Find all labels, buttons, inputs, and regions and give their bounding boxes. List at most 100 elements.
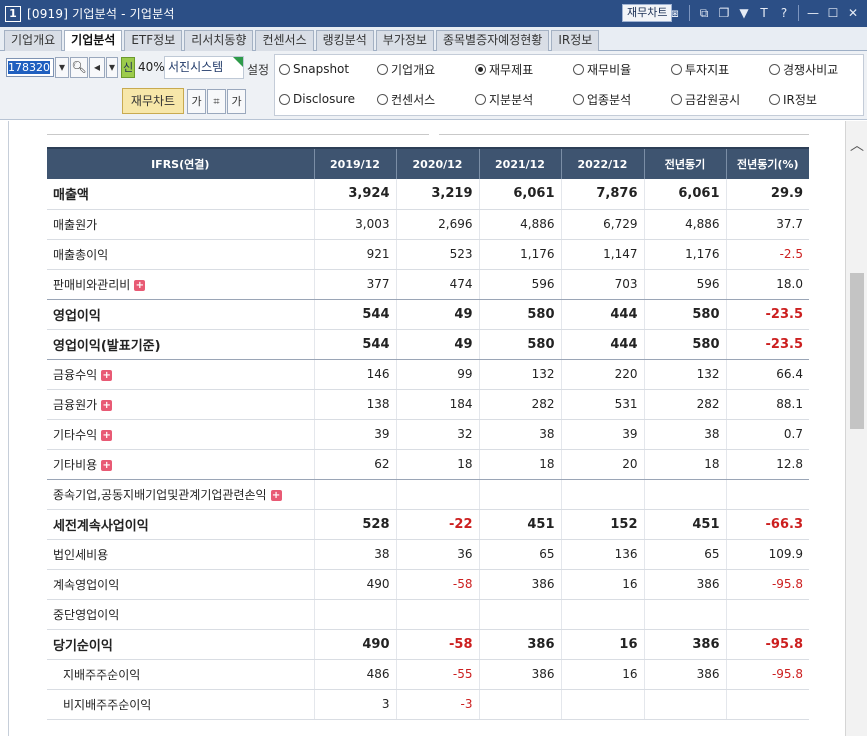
radio-option[interactable]: 재무비율: [573, 61, 631, 77]
close-icon[interactable]: ✕: [845, 4, 861, 22]
radio-option[interactable]: Snapshot: [279, 61, 349, 77]
fit-screen-button[interactable]: ⌗: [207, 89, 226, 114]
tab-3[interactable]: 리서치동향: [184, 30, 254, 51]
code-dropdown-button[interactable]: ▾: [55, 57, 69, 78]
setting-button[interactable]: 설정: [247, 61, 269, 78]
table-row: 판매비와관리비 +377 474 596 703 596 18.0: [47, 269, 809, 300]
radio-dot-icon[interactable]: [377, 93, 388, 105]
expand-plus-icon[interactable]: +: [101, 429, 113, 441]
title-icons: ⧆ ⧉ ❐ ▼ T? — ☐ ✕: [667, 4, 861, 22]
main-tabs: 기업개요 기업분석 ETF정보 리서치동향 컨센서스 랭킹분석 부가정보 종목별증자예정현황 I…: [0, 27, 867, 52]
expand-plus-icon[interactable]: +: [134, 279, 146, 291]
font-increase-button[interactable]: 가: [187, 89, 206, 114]
radio-dot-icon[interactable]: [279, 93, 290, 105]
row-label[interactable]: 금융수익 +: [47, 359, 314, 390]
title-chart-button[interactable]: 재무차트: [622, 4, 673, 22]
radio-label: 업종분석: [587, 92, 632, 107]
window-restore-icon[interactable]: ❐: [716, 4, 732, 22]
row-label-text: 매출액: [53, 188, 89, 204]
radio-dot-icon[interactable]: [573, 93, 584, 105]
radio-dot-icon[interactable]: [769, 93, 780, 105]
expand-plus-icon[interactable]: +: [101, 399, 113, 411]
row-label[interactable]: 기타수익 +: [47, 419, 314, 450]
row-label[interactable]: 금융원가 +: [47, 389, 314, 420]
table-cell: 1,176: [478, 239, 561, 270]
table-cell: 38: [313, 539, 396, 570]
tab-6[interactable]: 부가정보: [375, 30, 434, 51]
row-label-text: 기타수익: [53, 427, 98, 442]
radio-option[interactable]: 업종분석: [573, 91, 631, 107]
expand-plus-icon[interactable]: +: [101, 369, 113, 381]
window-title: [0919] 기업분석 - 기업분석: [27, 7, 175, 21]
tab-7[interactable]: 종목별증자예정현황: [435, 30, 550, 51]
stock-code-input[interactable]: 178320: [6, 58, 54, 77]
radio-dot-icon[interactable]: [671, 63, 682, 75]
tab-2[interactable]: ETF정보: [124, 30, 183, 51]
row-label[interactable]: 기타비용 +: [47, 449, 314, 480]
radio-dot-icon[interactable]: [671, 93, 682, 105]
radio-option[interactable]: 투자지표: [671, 61, 729, 77]
tab-1[interactable]: 기업분석: [64, 30, 123, 52]
column-header: 2020/12: [395, 147, 479, 179]
expand-plus-icon[interactable]: +: [270, 489, 282, 501]
table-cell: 38: [643, 419, 726, 450]
radio-option[interactable]: Disclosure: [279, 91, 355, 107]
tab-5[interactable]: 랭킹분석: [315, 30, 374, 51]
pin-icon[interactable]: ▼: [736, 4, 752, 22]
radio-option[interactable]: IR정보: [769, 91, 817, 107]
font-decrease-button[interactable]: 가: [227, 89, 246, 114]
chart-line-icon[interactable]: ⧆: [667, 4, 683, 22]
row-label: 영업이익: [47, 299, 314, 330]
row-label[interactable]: 판매비와관리비 +: [47, 269, 314, 300]
search-icon[interactable]: 🔍︎: [70, 57, 88, 78]
radio-dot-icon[interactable]: [475, 93, 486, 105]
window-split-icon[interactable]: ⧉: [696, 4, 712, 22]
radio-option[interactable]: 기업개요: [377, 61, 435, 77]
table-cell: 99: [395, 359, 479, 390]
table-cell: 490: [313, 569, 396, 600]
table-cell: 66.4: [725, 359, 809, 390]
row-label: 계속영업이익: [47, 569, 314, 600]
table-cell: 596: [478, 269, 561, 300]
radio-option[interactable]: 컨센서스: [377, 91, 435, 107]
sound-dropdown-button[interactable]: ▾: [106, 57, 118, 78]
row-label[interactable]: 종속기업,공동지배기업및관계기업관련손익 +: [47, 479, 314, 510]
tab-0[interactable]: 기업개요: [4, 30, 63, 51]
radio-dot-icon[interactable]: [475, 63, 486, 75]
tab-8[interactable]: IR정보: [551, 30, 600, 51]
expand-plus-icon[interactable]: +: [101, 459, 113, 471]
font-size-icon[interactable]: T: [756, 4, 772, 22]
sound-icon[interactable]: ◂: [89, 57, 105, 78]
row-label: 법인세비용: [47, 539, 314, 570]
table-cell: 18: [643, 449, 726, 480]
minimize-icon[interactable]: —: [805, 4, 821, 22]
table-cell: 88.1: [725, 389, 809, 420]
row-label-text: 중단영업이익: [53, 607, 120, 622]
table-cell: 544: [313, 329, 396, 360]
divider: [47, 134, 429, 135]
radio-option[interactable]: 금감원공시: [671, 91, 740, 107]
scroll-up-icon[interactable]: ︿: [846, 137, 867, 155]
radio-dot-icon[interactable]: [573, 63, 584, 75]
table-cell: 531: [560, 389, 644, 420]
financial-chart-button[interactable]: 재무차트: [122, 88, 184, 114]
vertical-scrollbar[interactable]: ︿: [845, 121, 867, 736]
maximize-icon[interactable]: ☐: [825, 4, 841, 22]
help-icon[interactable]: ?: [776, 4, 792, 22]
row-label-text: 매출총이익: [53, 247, 109, 262]
table-cell: 132: [643, 359, 726, 390]
radio-dot-icon[interactable]: [377, 63, 388, 75]
table-cell: [643, 479, 726, 510]
radio-dot-icon[interactable]: [769, 63, 780, 75]
radio-dot-icon[interactable]: [279, 63, 290, 75]
radio-option[interactable]: 경쟁사비교: [769, 61, 838, 77]
table-cell: [560, 479, 644, 510]
scroll-thumb[interactable]: [850, 273, 864, 429]
radio-option[interactable]: 재무제표: [475, 61, 533, 77]
table-cell: 7,876: [560, 179, 644, 210]
table-cell: -58: [395, 629, 479, 660]
tab-4[interactable]: 컨센서스: [255, 30, 314, 51]
radio-option[interactable]: 지분분석: [475, 91, 533, 107]
table-cell: 6,061: [643, 179, 726, 210]
corner-flag-icon: [233, 57, 243, 67]
